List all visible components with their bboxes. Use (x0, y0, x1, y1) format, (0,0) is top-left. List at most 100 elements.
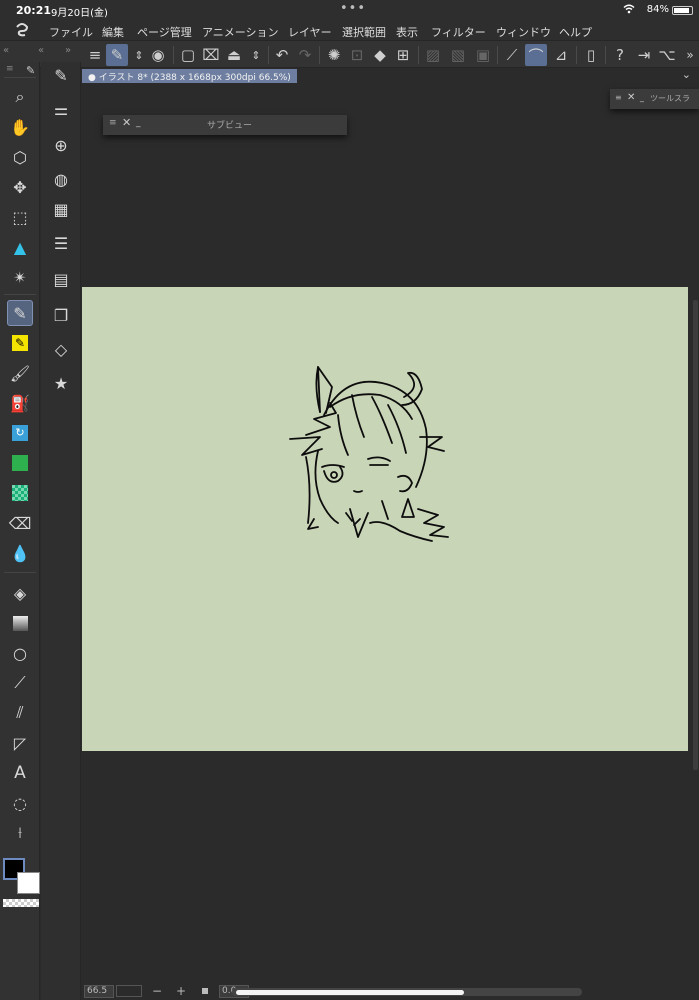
quick-access-icon[interactable]: » (679, 44, 699, 66)
sub-color-swatch[interactable] (17, 872, 40, 894)
sub-view-palette[interactable]: ≡ ✕ _ サブビュー (103, 115, 347, 135)
zoom-tool-icon[interactable]: ⌕ (7, 84, 33, 110)
canvas[interactable] (82, 287, 688, 751)
document-tab[interactable]: ● イラスト 8* (2388 x 1668px 300dpi 66.5%) (82, 69, 297, 83)
close-icon[interactable]: ✕ (627, 92, 635, 103)
texture-brush-icon[interactable] (7, 450, 33, 476)
zoom-slider[interactable] (116, 985, 142, 997)
pattern-brush-icon[interactable] (7, 480, 33, 506)
hamburger-menu-icon[interactable]: ≡ (84, 44, 106, 66)
zoom-input[interactable]: 66.5 (84, 985, 114, 998)
palette-grip-icon[interactable]: ≡ (615, 93, 622, 102)
color-set-icon[interactable]: ▦ (48, 196, 74, 222)
transform-icon[interactable]: ⊞ (392, 44, 414, 66)
selection-tool-icon[interactable]: ⬚ (7, 204, 33, 230)
gradient-tool-icon[interactable] (7, 610, 33, 636)
tool-palette-header: ≡ ✎ (4, 64, 36, 78)
menu-help[interactable]: ヘルプ (559, 24, 592, 40)
export-icon[interactable]: ⇥ (633, 44, 655, 66)
palette-grip-icon[interactable]: ≡ (109, 118, 117, 128)
stop-icon[interactable] (202, 988, 208, 994)
menu-selection[interactable]: 選択範囲 (342, 24, 386, 40)
stamp-icon[interactable]: ⊡ (346, 44, 368, 66)
navigator-icon[interactable]: ▤ (48, 266, 74, 292)
brush-tool-icon[interactable]: 🖌 (7, 360, 33, 386)
eraser-tool-icon[interactable]: ⌫ (7, 510, 33, 536)
save-icon[interactable]: ⏏ (223, 44, 245, 66)
tool-property-icon[interactable]: ⚌ (48, 96, 74, 122)
status-time: 20:21 (16, 4, 52, 17)
expand-right-icon[interactable]: » (65, 45, 71, 56)
minimize-icon[interactable]: _ (136, 118, 141, 128)
brush-size-icon[interactable]: ⊕ (48, 132, 74, 158)
layer-property-icon[interactable]: ☰ (48, 230, 74, 256)
color-wheel-icon[interactable]: ◍ (48, 166, 74, 192)
hand-tool-icon[interactable]: ✋ (7, 114, 33, 140)
invert-selection-icon[interactable]: ▧ (447, 44, 469, 66)
home-indicator[interactable] (236, 990, 464, 995)
menu-edit[interactable]: 編集 (102, 24, 124, 40)
magic-wand-icon[interactable]: ✴ (7, 264, 33, 290)
chevron-down-icon[interactable]: ⌄ (682, 68, 691, 81)
move-layer-icon[interactable]: ✥ (7, 174, 33, 200)
correct-line-tool-icon[interactable]: ⟊ (7, 820, 33, 846)
loading-spinner-icon[interactable]: ✺ (323, 44, 345, 66)
menu-animation[interactable]: アニメーション (202, 24, 279, 40)
menu-view[interactable]: 表示 (396, 24, 418, 40)
eye-icon[interactable]: ◉ (147, 44, 169, 66)
fill-tool-icon[interactable]: ◈ (7, 580, 33, 606)
sketch-drawing (289, 366, 449, 542)
ruler-tool-icon[interactable]: ⫽ (7, 700, 33, 726)
zoom-out-button[interactable]: − (152, 984, 162, 998)
palette-dock: ✎ ⚌ ⊕ ◍ ▦ ☰ ▤ ❐ ◇ ★ (41, 62, 81, 1000)
collapse-left-icon-2[interactable]: « (38, 45, 44, 56)
zoom-in-button[interactable]: + (176, 984, 186, 998)
blend-tool-icon[interactable]: 💧 (7, 540, 33, 566)
airbrush-tool-icon[interactable]: ⛽ (7, 390, 33, 416)
decoration-tool-icon[interactable]: ↻ (7, 420, 33, 446)
frame-border-tool-icon[interactable]: ◸ (7, 730, 33, 756)
menu-window[interactable]: ウィンドウ (496, 24, 551, 40)
layer-icon[interactable]: ◇ (48, 336, 74, 362)
pen-tool-icon[interactable]: ✎ (7, 300, 33, 326)
collapse-left-icon[interactable]: « (3, 45, 9, 56)
minimize-icon[interactable]: _ (640, 93, 644, 102)
material-icon[interactable]: ❐ (48, 302, 74, 328)
redo-icon[interactable]: ↷ (294, 44, 316, 66)
ruler-snap-icon[interactable]: ⟋ (501, 44, 523, 66)
grid-snap-icon[interactable]: ⊿ (550, 44, 572, 66)
app-logo-icon[interactable] (14, 22, 30, 38)
help-icon[interactable]: ? (609, 44, 631, 66)
menu-layer[interactable]: レイヤー (288, 24, 332, 40)
menu-filter[interactable]: フィルター (431, 24, 486, 40)
modifier-key-icon[interactable]: ⌥ (656, 44, 678, 66)
selection-border-icon[interactable]: ▣ (472, 44, 494, 66)
tool-slider-palette[interactable]: ≡ ✕ _ ツールスラ (610, 89, 699, 109)
close-icon[interactable]: ✕ (122, 116, 131, 129)
fill-bucket-icon[interactable]: ◆ (369, 44, 391, 66)
balloon-tool-icon[interactable]: ◌ (7, 790, 33, 816)
new-file-icon[interactable]: ▢ (177, 44, 199, 66)
phone-preview-icon[interactable]: ▯ (580, 44, 602, 66)
edit-mode-icon[interactable]: ✎ (106, 44, 128, 66)
scroll-arrows-icon-2[interactable]: ⇕ (245, 44, 267, 66)
menu-page-management[interactable]: ページ管理 (137, 24, 192, 40)
tab-close-dot[interactable]: ● (88, 73, 99, 83)
sub-tool-icon[interactable]: ✎ (48, 62, 74, 88)
pencil-tool-icon[interactable]: ✎ (7, 330, 33, 356)
undo-icon[interactable]: ↶ (271, 44, 293, 66)
snap-to-special-ruler-icon[interactable]: ⌒ (525, 44, 547, 66)
figure-tool-icon[interactable]: ○ (7, 640, 33, 666)
open-folder-icon[interactable]: ⌧ (200, 44, 222, 66)
tool-slider-title: ツールスラ (650, 94, 690, 103)
object-tool-icon[interactable]: ⬡ (7, 144, 33, 170)
eyedropper-tool-icon[interactable]: ⟋ (7, 670, 33, 696)
favorite-icon[interactable]: ★ (48, 370, 74, 396)
multitasking-dots[interactable]: ••• (340, 1, 366, 16)
text-tool-icon[interactable]: A (7, 760, 33, 786)
vertical-scrollbar[interactable] (693, 300, 698, 770)
deselect-icon[interactable]: ▨ (422, 44, 444, 66)
transparent-color-swatch[interactable] (3, 899, 39, 907)
auto-select-icon[interactable]: ▲ (7, 234, 33, 260)
menu-file[interactable]: ファイル (49, 24, 93, 40)
